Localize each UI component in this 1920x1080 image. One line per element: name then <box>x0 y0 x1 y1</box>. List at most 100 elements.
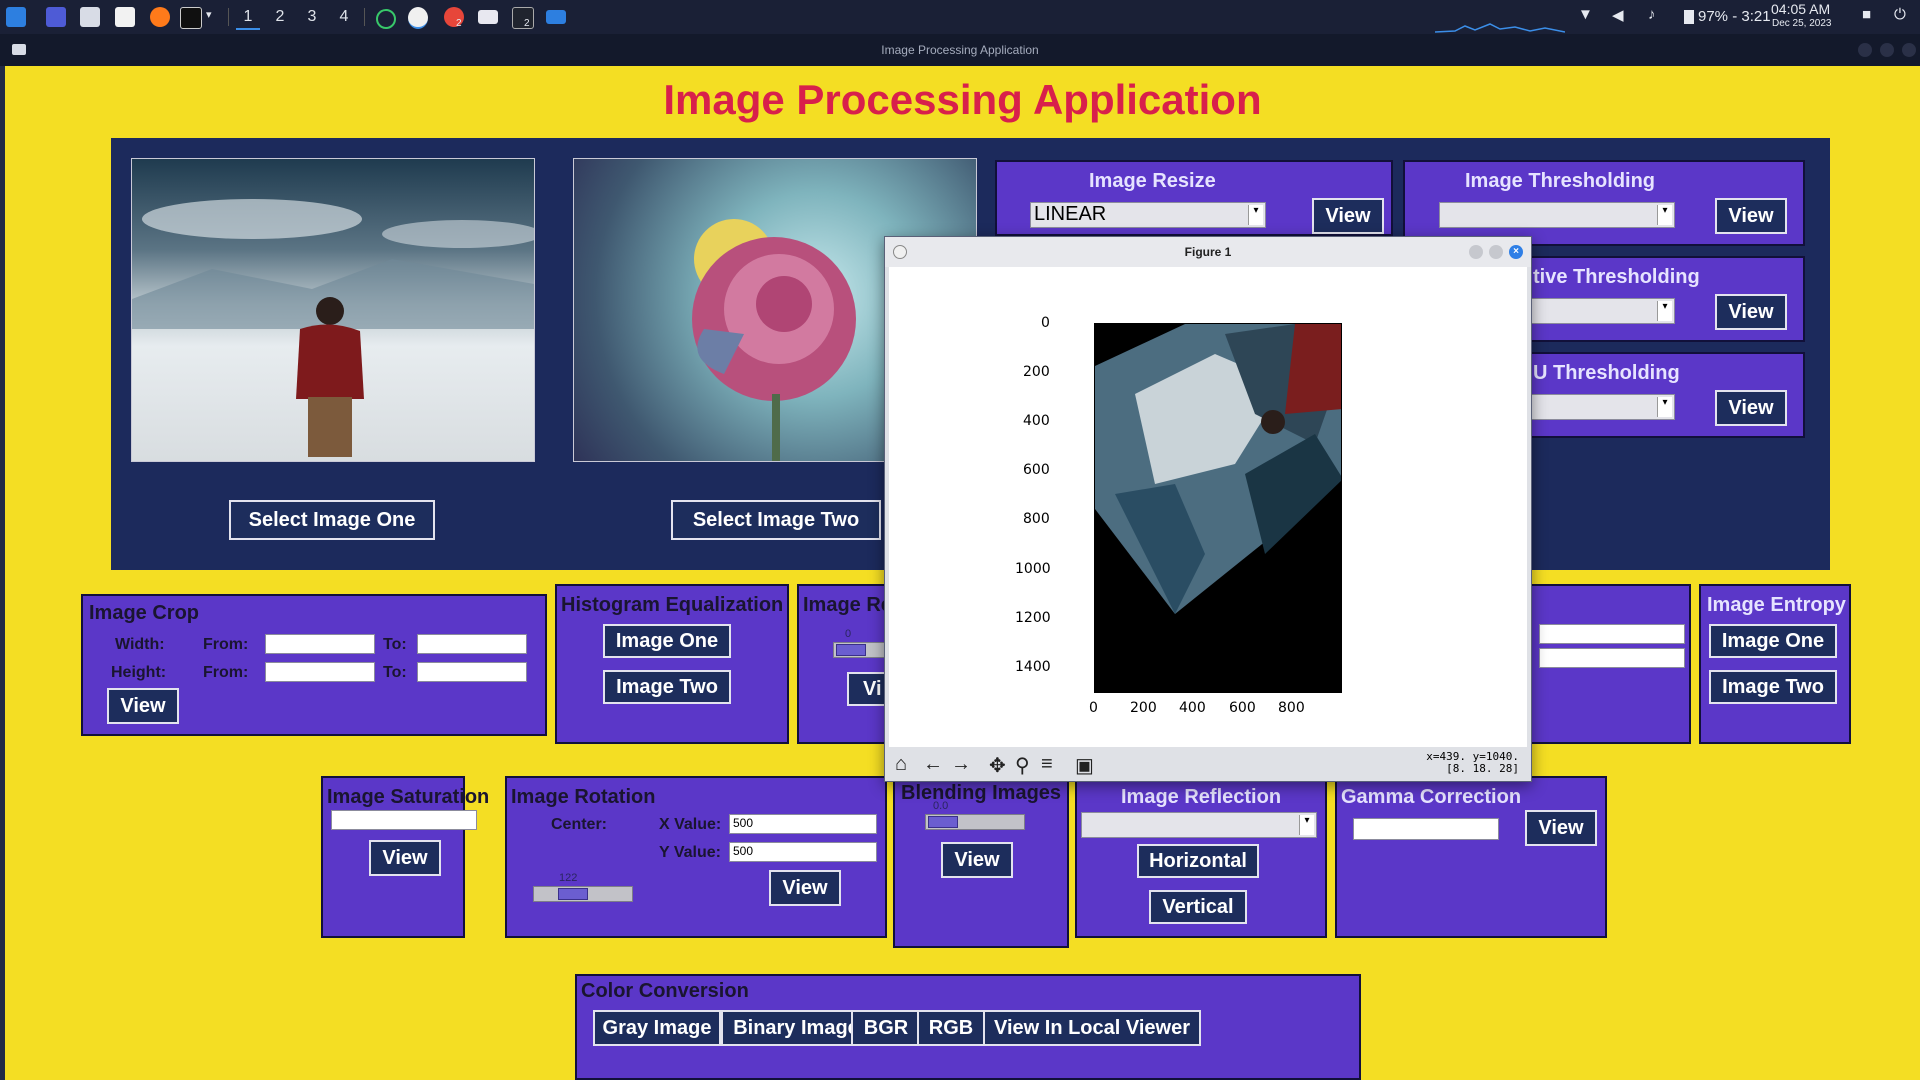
network-graph-icon <box>1435 23 1565 33</box>
y-tick-label: 1400 <box>1015 659 1051 675</box>
chevron-down-icon: ▾ <box>1248 205 1263 225</box>
power-icon[interactable]: ⏻ <box>1894 6 1906 23</box>
save-icon[interactable]: ▣ <box>1075 753 1094 778</box>
figure-toolbar: ⌂ ← → ✥ ⚲ ≡ ▣ x=439. y=1040. [8. 18. 28] <box>889 747 1527 781</box>
gray-image-button[interactable]: Gray Image <box>593 1010 721 1046</box>
crop-height-to-input[interactable] <box>417 662 527 682</box>
back-arrow-icon[interactable]: ← <box>923 753 943 776</box>
rotation-y-input[interactable]: 500 <box>729 842 877 862</box>
image-entropy-panel: Image Entropy Image One Image Two <box>1699 584 1851 744</box>
person-in-snow-image <box>132 199 534 457</box>
workspace-4[interactable]: 4 <box>332 6 356 28</box>
entropy-image-two-button[interactable]: Image Two <box>1709 670 1837 704</box>
reflection-vertical-button[interactable]: Vertical <box>1149 890 1247 924</box>
blending-images-title: Blending Images <box>901 782 1062 804</box>
workspace-2[interactable]: 2 <box>268 6 292 28</box>
gamma-input[interactable] <box>1353 818 1499 840</box>
terminal-window-icon[interactable] <box>512 7 534 29</box>
entropy-image-one-button[interactable]: Image One <box>1709 624 1837 658</box>
y-tick-label: 400 <box>1023 413 1050 429</box>
rotation-angle-slider[interactable] <box>533 886 633 902</box>
chevron-down-icon: ▾ <box>1299 815 1314 835</box>
system-monitor-icon[interactable] <box>376 9 396 29</box>
minimize-button[interactable] <box>1469 245 1483 259</box>
home-icon[interactable]: ⌂ <box>895 753 907 776</box>
configure-subplots-icon[interactable]: ≡ <box>1041 753 1053 776</box>
saturation-view-button[interactable]: View <box>369 840 441 876</box>
firefox-icon[interactable] <box>150 7 170 27</box>
figure-canvas[interactable]: 0 200 400 600 800 1000 1200 1400 0 200 4… <box>889 267 1527 747</box>
adaptive-view-button[interactable]: View <box>1715 294 1787 330</box>
crop-width-from-input[interactable] <box>265 634 375 654</box>
crop-view-button[interactable]: View <box>107 688 179 724</box>
lock-icon[interactable]: ■ <box>1862 6 1871 23</box>
rotation-scale-value: 122 <box>559 872 578 884</box>
maximize-button[interactable] <box>1880 43 1894 57</box>
histogram-image-one-button[interactable]: Image One <box>603 624 731 658</box>
adaptive-thresholding-title: tive Thresholding <box>1533 266 1700 288</box>
blending-view-button[interactable]: View <box>941 842 1013 878</box>
view-in-local-viewer-button[interactable]: View In Local Viewer <box>983 1010 1201 1046</box>
rotation-x-input[interactable]: 500 <box>729 814 877 834</box>
covered-input-1[interactable] <box>1539 624 1685 644</box>
workspace-3[interactable]: 3 <box>300 6 324 28</box>
volume-icon[interactable]: ◀ <box>1612 6 1624 24</box>
clock-time[interactable]: 04:05 AM <box>1771 1 1830 17</box>
covered-input-2[interactable] <box>1539 648 1685 668</box>
blending-alpha-slider[interactable] <box>925 814 1025 830</box>
crop-height-from-label: From: <box>203 664 249 681</box>
reflection-horizontal-button[interactable]: Horizontal <box>1137 844 1259 878</box>
close-button[interactable] <box>1902 43 1916 57</box>
pan-icon[interactable]: ✥ <box>989 753 1006 778</box>
y-tick-label: 800 <box>1023 511 1050 527</box>
resize-view-button[interactable]: View <box>1312 198 1384 234</box>
threshold-select[interactable]: ▾ <box>1439 202 1675 228</box>
minimize-button[interactable] <box>1858 43 1872 57</box>
window-titlebar[interactable]: Image Processing Application <box>0 34 1920 66</box>
folder-icon[interactable] <box>546 10 566 24</box>
gamma-correction-panel: Gamma Correction View <box>1335 776 1607 938</box>
workspace-1[interactable]: 1 <box>236 6 260 30</box>
reflection-select[interactable]: ▾ <box>1081 812 1317 838</box>
zoom-icon[interactable]: ⚲ <box>1015 753 1030 778</box>
slider-handle[interactable] <box>836 644 866 656</box>
battery-icon[interactable] <box>1684 10 1694 24</box>
otsu-view-button[interactable]: View <box>1715 390 1787 426</box>
slider-handle[interactable] <box>928 816 958 828</box>
show-desktop-icon[interactable] <box>46 7 66 27</box>
python-figure-icon[interactable] <box>408 7 428 29</box>
text-editor-icon[interactable] <box>115 7 135 27</box>
file-manager-icon[interactable] <box>80 7 100 27</box>
crop-height-from-input[interactable] <box>265 662 375 682</box>
select-image-two-button[interactable]: Select Image Two <box>671 500 881 540</box>
resize-method-select[interactable]: LINEAR ▾ <box>1030 202 1266 228</box>
bell-icon[interactable]: ♪ <box>1648 6 1656 23</box>
figure-titlebar[interactable]: Figure 1 × <box>885 237 1531 267</box>
close-icon[interactable]: × <box>1509 245 1523 259</box>
window-icon[interactable] <box>478 10 498 24</box>
binary-image-button[interactable]: Binary Image <box>721 1010 871 1046</box>
clock-date: Dec 25, 2023 <box>1772 18 1832 29</box>
slider-handle[interactable] <box>558 888 588 900</box>
rotation-y-label: Y Value: <box>659 844 721 861</box>
x-tick-label: 800 <box>1278 700 1305 716</box>
image-one-preview <box>131 158 535 462</box>
gamma-view-button[interactable]: View <box>1525 810 1597 846</box>
window-menu-icon[interactable] <box>12 44 26 55</box>
rotation-view-button[interactable]: View <box>769 870 841 906</box>
image-reflection-title: Image Reflection <box>1121 786 1282 808</box>
forward-arrow-icon[interactable]: → <box>951 753 971 776</box>
figure-window[interactable]: Figure 1 × 0 200 400 600 800 1000 1200 1… <box>884 236 1532 782</box>
select-image-one-button[interactable]: Select Image One <box>229 500 435 540</box>
chevron-down-icon[interactable]: ▾ <box>206 8 212 21</box>
rgb-button[interactable]: RGB <box>917 1010 985 1046</box>
saturation-input[interactable] <box>331 810 477 830</box>
threshold-view-button[interactable]: View <box>1715 198 1787 234</box>
histogram-image-two-button[interactable]: Image Two <box>603 670 731 704</box>
app-menu-icon[interactable] <box>6 7 26 27</box>
maximize-button[interactable] <box>1489 245 1503 259</box>
wifi-icon[interactable]: ▼ <box>1578 6 1593 23</box>
bgr-button[interactable]: BGR <box>851 1010 921 1046</box>
terminal-icon[interactable] <box>180 7 202 29</box>
crop-width-to-input[interactable] <box>417 634 527 654</box>
